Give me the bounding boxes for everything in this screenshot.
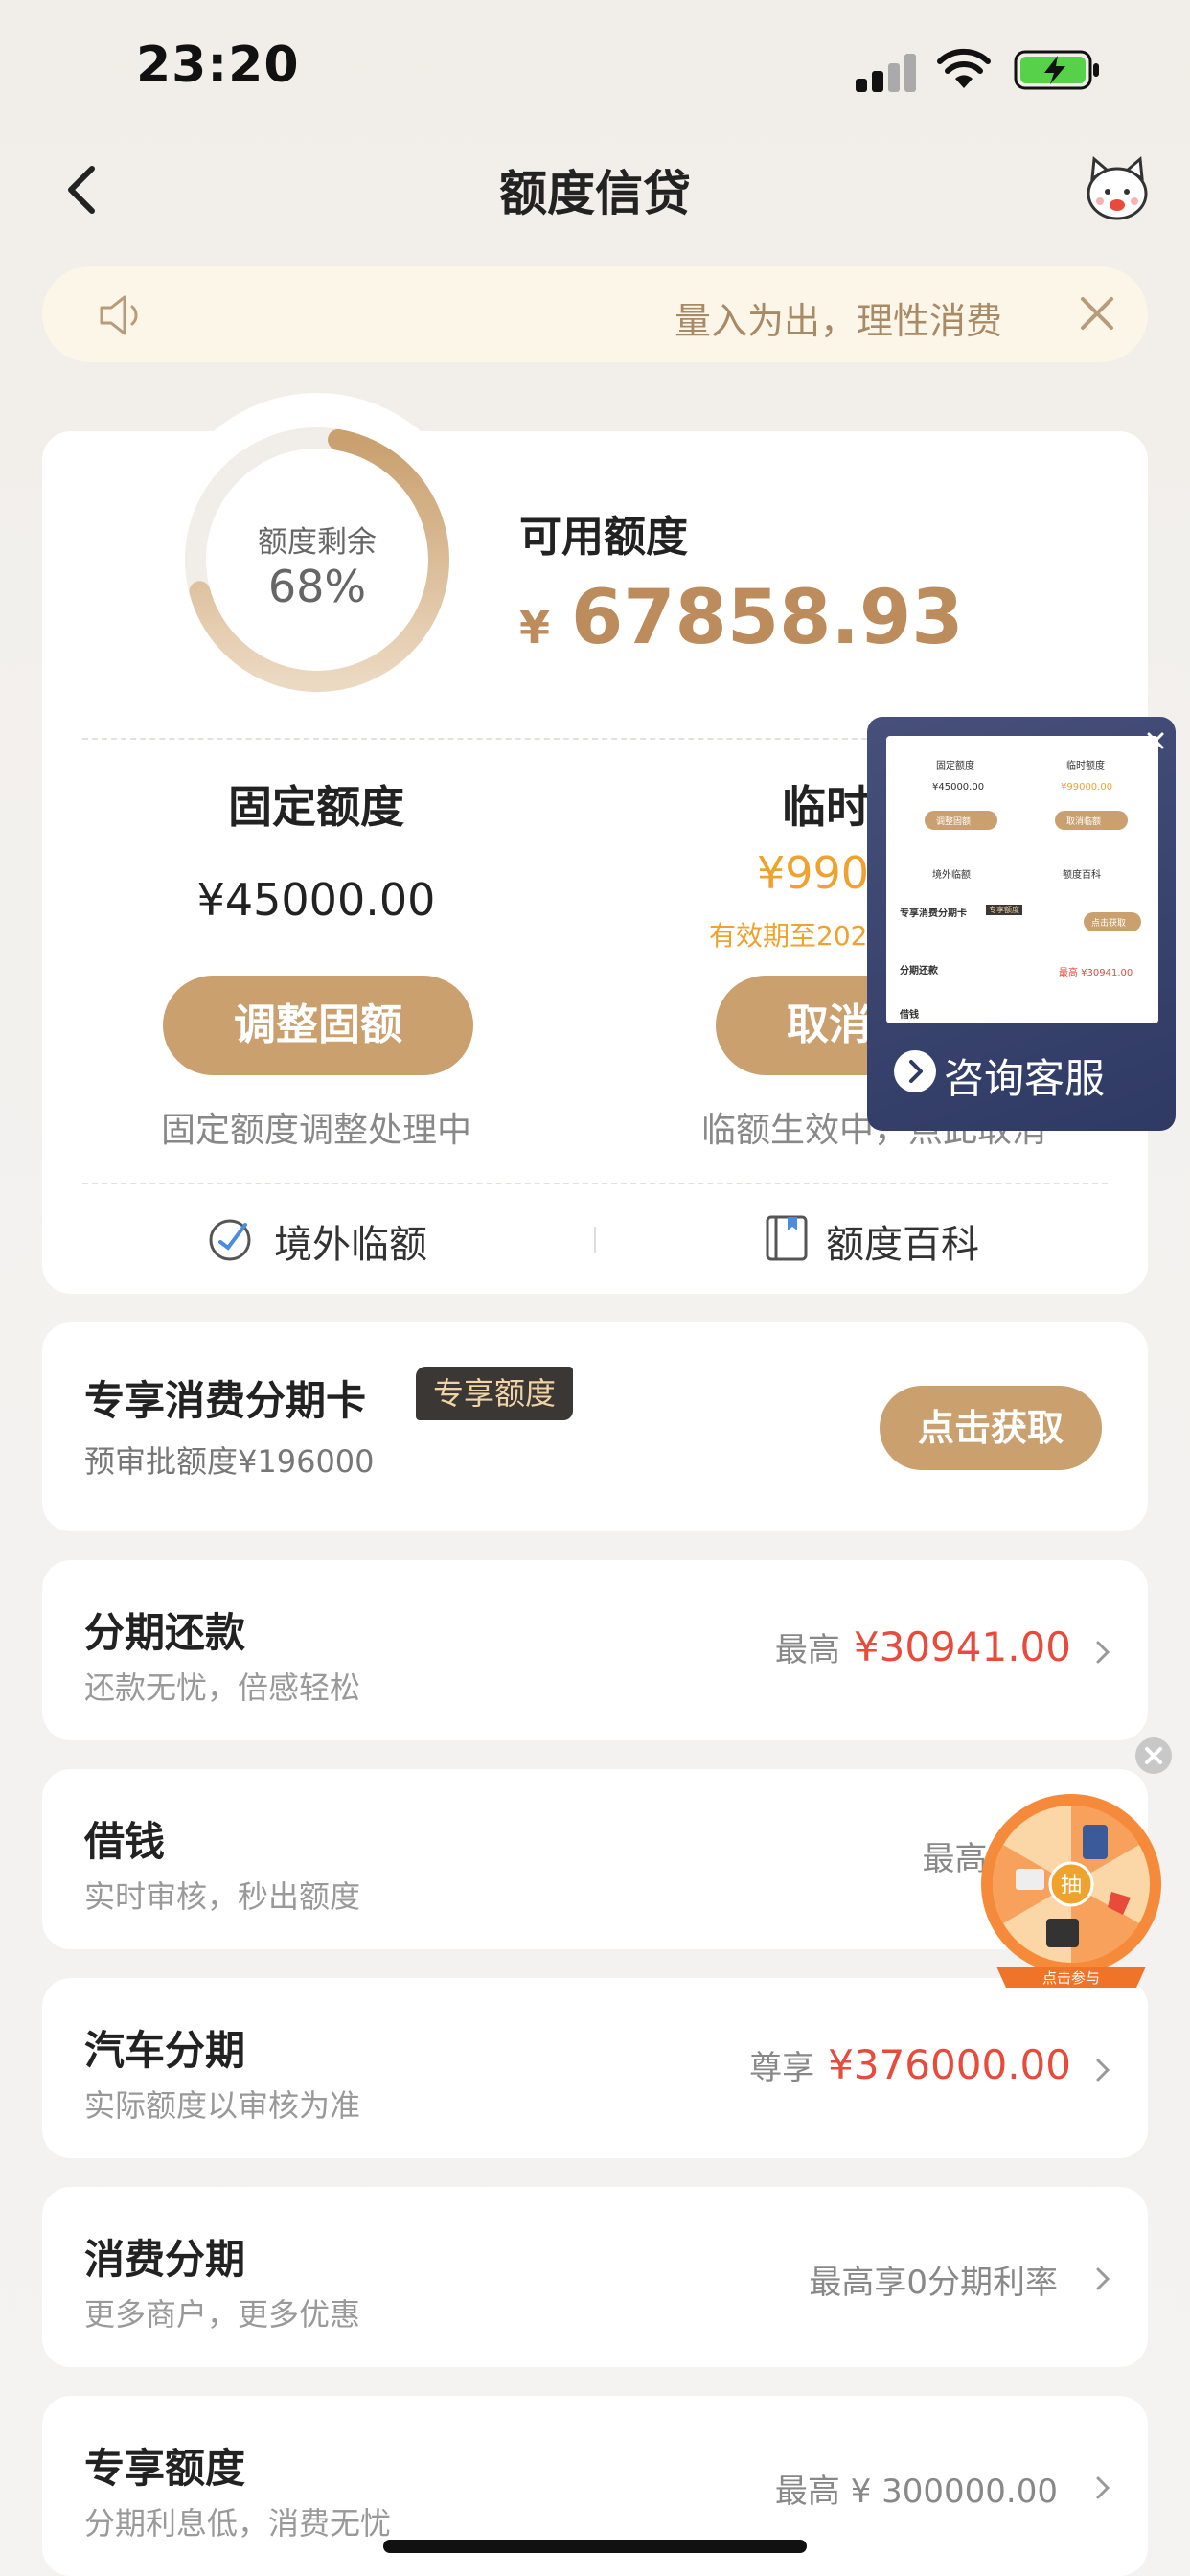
battery-charging-icon	[1014, 50, 1099, 90]
consult-preview: 固定额度 ¥45000.00 调整固额 临时额度 ¥99000.00 取消临额 …	[886, 736, 1158, 1024]
row-subtitle: 实时审核，秒出额度	[84, 1878, 361, 1915]
wheel-caption: 点击参与	[1042, 1969, 1100, 1987]
adjust-fixed-credit-button[interactable]: 调整固额	[163, 976, 473, 1075]
remaining-percent: 68%	[267, 561, 367, 612]
cellular-signal-icon	[856, 54, 919, 92]
row-prefix: 最高享0分期利率	[809, 2264, 1058, 2302]
temporary-credit-amount: ¥990	[757, 847, 870, 899]
get-card-button[interactable]: 点击获取	[880, 1386, 1102, 1470]
pre-approved-amount: 预审批额度¥196000	[84, 1443, 375, 1480]
mini-wiki: 额度百科	[1063, 870, 1101, 881]
row-subtitle: 更多商户，更多优惠	[84, 2296, 361, 2333]
mini-loan-title: 借钱	[900, 1010, 919, 1021]
card-title: 专享消费分期卡	[84, 1377, 367, 1424]
mini-card-tag: 专享额度	[986, 905, 1022, 915]
list-item[interactable]: 消费分期 更多商户，更多优惠 最高享0分期利率	[42, 2187, 1148, 2367]
row-subtitle: 还款无忧，倍感轻松	[84, 1669, 361, 1706]
overseas-credit-icon[interactable]	[207, 1215, 255, 1263]
available-credit-label: 可用额度	[519, 513, 688, 562]
row-title: 消费分期	[84, 2236, 246, 2283]
mini-card-btn-label: 点击获取	[1091, 919, 1127, 929]
status-time: 23:20	[136, 36, 300, 94]
chevron-right-icon	[894, 1050, 936, 1092]
row-subtitle: 实际额度以审核为准	[84, 2087, 361, 2124]
row-prefix: 尊享	[749, 2049, 815, 2087]
fixed-credit-amount: ¥45000.00	[196, 874, 436, 926]
mini-fixed-title: 固定额度	[936, 761, 974, 771]
credit-wiki-link[interactable]: 额度百科	[826, 1213, 979, 1269]
row-amount: 最高 ¥30941.00	[775, 1623, 1071, 1670]
overseas-credit-link[interactable]: 境外临额	[274, 1213, 427, 1269]
mini-temp-btn-label: 取消临额	[1066, 817, 1102, 827]
mini-overseas: 境外临额	[932, 870, 971, 881]
chevron-right-icon	[1096, 1641, 1110, 1664]
fixed-credit-note: 固定额度调整处理中	[160, 1111, 471, 1150]
remaining-label: 额度剩余	[258, 525, 377, 560]
temporary-credit-validity: 有效期至202	[709, 920, 868, 952]
mascot-avatar-icon[interactable]	[1081, 153, 1154, 226]
chevron-right-icon	[1096, 2058, 1110, 2082]
mini-temp-amount: ¥99000.00	[1061, 782, 1113, 793]
mini-installment-title: 分期还款	[900, 966, 938, 977]
fixed-credit-title: 固定额度	[228, 781, 404, 833]
mini-temp-title: 临时额度	[1066, 761, 1105, 771]
close-icon[interactable]	[1143, 728, 1168, 753]
currency-symbol: ¥	[519, 602, 551, 654]
lottery-wheel-icon[interactable]: 抽 点击参与	[977, 1792, 1165, 1993]
list-item[interactable]: 分期还款 还款无忧，倍感轻松 最高 ¥30941.00	[42, 1560, 1148, 1740]
row-title: 汽车分期	[84, 2027, 246, 2074]
available-credit-amount: ¥67858.93	[519, 575, 964, 661]
close-icon[interactable]	[1073, 289, 1121, 337]
exclusive-credit-tag: 专享额度	[416, 1367, 574, 1420]
row-title: 借钱	[84, 1818, 166, 1865]
page-title: 额度信贷	[499, 166, 691, 221]
chevron-right-icon	[1096, 2476, 1110, 2499]
home-indicator	[383, 2540, 807, 2553]
divider	[82, 1183, 1108, 1184]
row-subtitle: 分期利息低，消费无忧	[84, 2505, 392, 2542]
row-prefix: 最高 ¥ 300000.00	[774, 2472, 1058, 2511]
available-amount-value: 67858.93	[571, 575, 964, 661]
row-amount: 尊享 ¥376000.00	[749, 2041, 1071, 2088]
wifi-icon	[937, 48, 991, 88]
notice-bar: 量入为出，理性消费	[42, 266, 1148, 362]
customer-service-float[interactable]: 固定额度 ¥45000.00 调整固额 临时额度 ¥99000.00 取消临额 …	[867, 717, 1176, 1131]
row-title: 分期还款	[84, 1609, 246, 1656]
mini-card-title: 专享消费分期卡	[900, 908, 967, 919]
mini-fixed-amount: ¥45000.00	[932, 782, 985, 793]
mini-fixed-btn-label: 调整固额	[936, 817, 972, 827]
wheel-center-label: 抽	[1061, 1874, 1082, 1898]
chevron-right-icon	[1096, 2267, 1110, 2290]
speaker-icon	[100, 295, 138, 335]
notice-text: 量入为出，理性消费	[675, 300, 1003, 342]
list-item[interactable]: 汽车分期 实际额度以审核为准 尊享 ¥376000.00	[42, 1978, 1148, 2158]
mini-installment-amount: 最高 ¥30941.00	[1059, 968, 1133, 978]
row-amount: 最高 ¥ 300000.00	[775, 2465, 1071, 2512]
row-amount-value: ¥30941.00	[853, 1623, 1071, 1670]
exclusive-installment-card[interactable]: 专享消费分期卡 专享额度 预审批额度¥196000 点击获取	[42, 1322, 1148, 1531]
row-amount: 最高享0分期利率	[809, 2256, 1071, 2303]
consult-service-label[interactable]: 咨询客服	[944, 1046, 1105, 1105]
book-icon[interactable]	[763, 1213, 811, 1261]
row-prefix: 最高	[774, 1631, 840, 1669]
close-icon[interactable]	[1134, 1736, 1173, 1775]
row-amount-value: ¥376000.00	[828, 2041, 1071, 2088]
row-title: 专享额度	[84, 2445, 246, 2492]
link-separator	[594, 1227, 596, 1254]
